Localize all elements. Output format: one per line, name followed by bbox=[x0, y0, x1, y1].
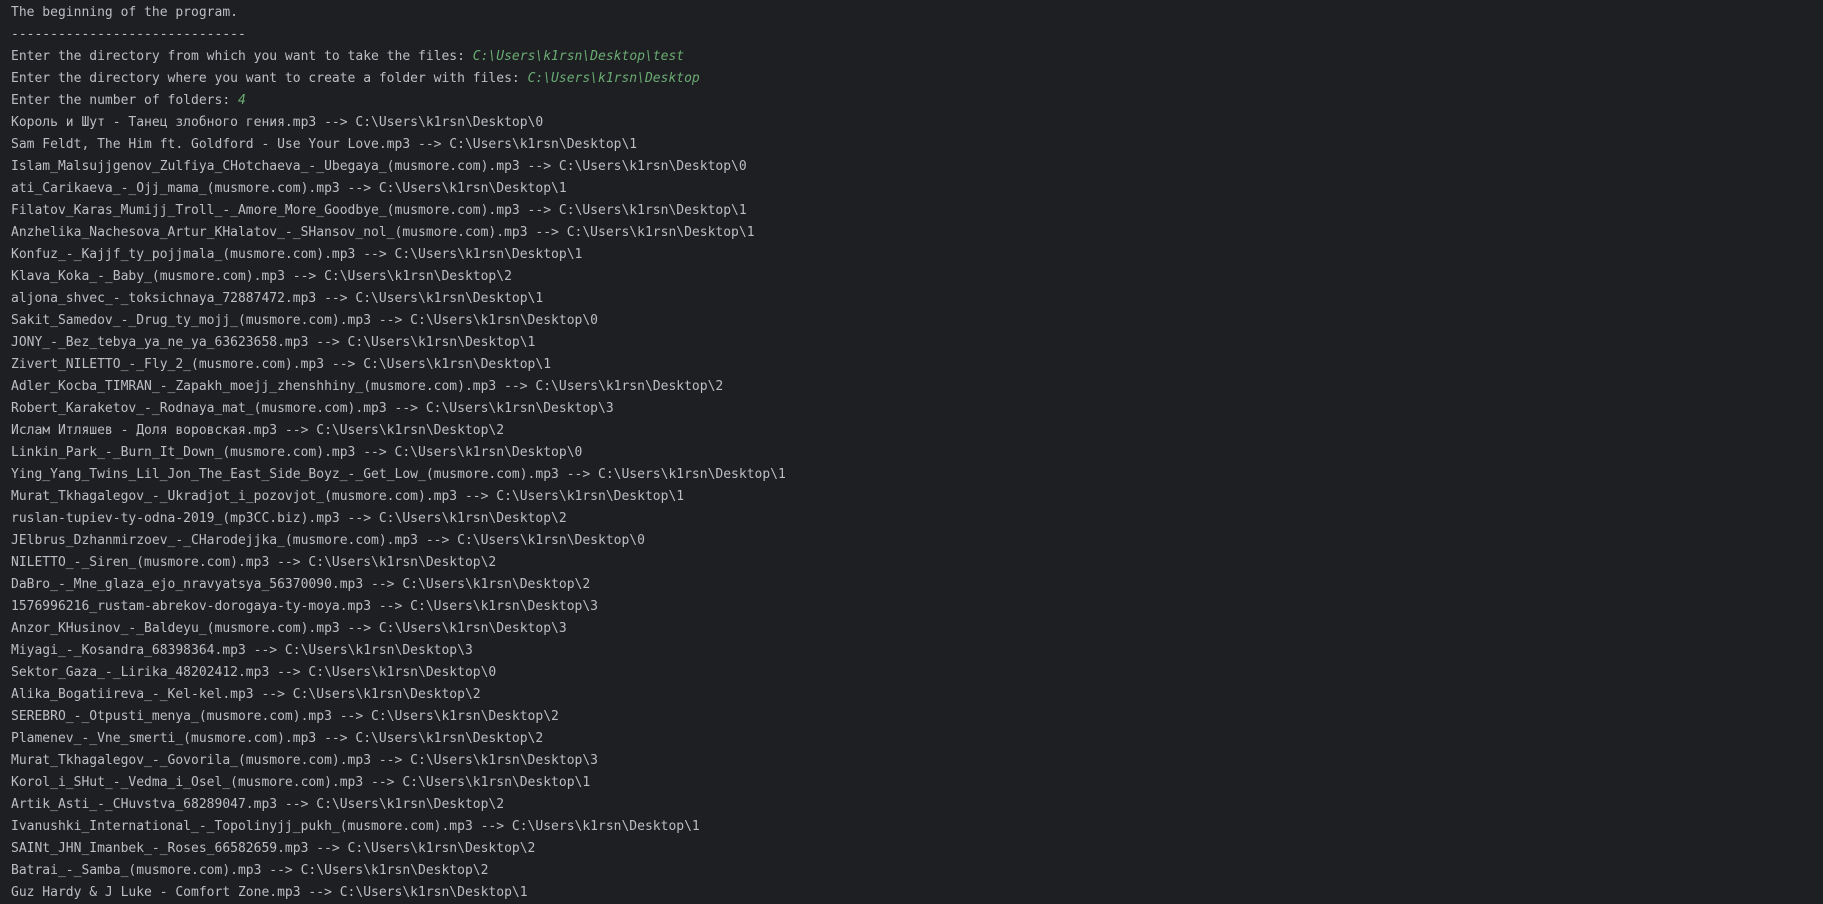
prompt-label: Enter the directory from which you want … bbox=[11, 49, 473, 64]
output-line: Ислам Итляшев - Доля воровская.mp3 --> C… bbox=[11, 423, 505, 438]
output-line: Batrai_-_Samba_(musmore.com).mp3 --> C:\… bbox=[11, 863, 489, 878]
output-line: Murat_Tkhagalegov_-_Govorila_(musmore.co… bbox=[11, 753, 598, 768]
user-input-target-directory: C:\Users\k1rsn\Desktop bbox=[527, 71, 700, 86]
run-console[interactable]: The beginning of the program. ----------… bbox=[0, 0, 1823, 904]
output-line: Sam Feldt, The Him ft. Goldford - Use Yo… bbox=[11, 137, 638, 152]
output-line: SEREBRO_-_Otpusti_menya_(musmore.com).mp… bbox=[11, 709, 559, 724]
output-line: DaBro_-_Mne_glaza_ejo_nravyatsya_5637009… bbox=[11, 577, 591, 592]
output-line: Miyagi_-_Kosandra_68398364.mp3 --> C:\Us… bbox=[11, 643, 473, 658]
output-line: JONY_-_Bez_tebya_ya_ne_ya_63623658.mp3 -… bbox=[11, 335, 536, 350]
prompt-label: Enter the number of folders: bbox=[11, 93, 238, 108]
output-line: Ivanushki_International_-_Topolinyjj_puk… bbox=[11, 819, 700, 834]
output-line: Filatov_Karas_Mumijj_Troll_-_Amore_More_… bbox=[11, 203, 747, 218]
prompt-target-directory: Enter the directory where you want to cr… bbox=[11, 68, 1783, 90]
output-line: Klava_Koka_-_Baby_(musmore.com).mp3 --> … bbox=[11, 269, 512, 284]
console-output[interactable]: The beginning of the program. ----------… bbox=[11, 2, 1783, 904]
output-line: Король и Шут - Танец злобного гения.mp3 … bbox=[11, 115, 544, 130]
console-header-line: The beginning of the program. bbox=[11, 5, 238, 20]
output-line: Korol_i_SHut_-_Vedma_i_Osel_(musmore.com… bbox=[11, 775, 591, 790]
prompt-label: Enter the directory where you want to cr… bbox=[11, 71, 528, 86]
output-line: Guz Hardy & J Luke - Comfort Zone.mp3 --… bbox=[11, 885, 528, 900]
output-line: Sektor_Gaza_-_Lirika_48202412.mp3 --> C:… bbox=[11, 665, 497, 680]
user-input-source-directory: C:\Users\k1rsn\Desktop\test bbox=[472, 49, 685, 64]
output-line: Zivert_NILETTO_-_Fly_2_(musmore.com).mp3… bbox=[11, 357, 552, 372]
prompt-source-directory: Enter the directory from which you want … bbox=[11, 46, 1783, 68]
output-line: 1576996216_rustam-abrekov-dorogaya-ty-mo… bbox=[11, 599, 598, 614]
output-line: Robert_Karaketov_-_Rodnaya_mat_(musmore.… bbox=[11, 401, 614, 416]
vertical-scrollbar[interactable] bbox=[1809, 0, 1823, 904]
console-separator-line: ------------------------------ bbox=[11, 27, 246, 42]
output-line: SAINt_JHN_Imanbek_-_Roses_66582659.mp3 -… bbox=[11, 841, 536, 856]
output-line: Anzor_KHusinov_-_Baldeyu_(musmore.com).m… bbox=[11, 621, 567, 636]
output-line: Alika_Bogatiireva_-_Kel-kel.mp3 --> C:\U… bbox=[11, 687, 481, 702]
output-line: Linkin_Park_-_Burn_It_Down_(musmore.com)… bbox=[11, 445, 583, 460]
prompt-folder-count: Enter the number of folders: 4 bbox=[11, 90, 1783, 112]
output-line: aljona_shvec_-_toksichnaya_72887472.mp3 … bbox=[11, 291, 544, 306]
output-line: Artik_Asti_-_CHuvstva_68289047.mp3 --> C… bbox=[11, 797, 505, 812]
output-line: Islam_Malsujjgenov_Zulfiya_CHotchaeva_-_… bbox=[11, 159, 747, 174]
output-line: ruslan-tupiev-ty-odna-2019_(mp3CC.biz).m… bbox=[11, 511, 567, 526]
output-line: ati_Carikaeva_-_Ojj_mama_(musmore.com).m… bbox=[11, 181, 567, 196]
output-line: Plamenev_-_Vne_smerti_(musmore.com).mp3 … bbox=[11, 731, 544, 746]
output-line: Ying_Yang_Twins_Lil_Jon_The_East_Side_Bo… bbox=[11, 467, 786, 482]
output-line: Konfuz_-_Kajjf_ty_pojjmala_(musmore.com)… bbox=[11, 247, 583, 262]
output-line: Anzhelika_Nachesova_Artur_KHalatov_-_SHa… bbox=[11, 225, 755, 240]
output-line: Adler_Kocba_TIMRAN_-_Zapakh_moejj_zhensh… bbox=[11, 379, 724, 394]
output-line: Murat_Tkhagalegov_-_Ukradjot_i_pozovjot_… bbox=[11, 489, 685, 504]
output-line: JElbrus_Dzhanmirzoev_-_CHarodejjka_(musm… bbox=[11, 533, 645, 548]
user-input-folder-count: 4 bbox=[237, 93, 246, 108]
output-line: Sakit_Samedov_-_Drug_ty_mojj_(musmore.co… bbox=[11, 313, 598, 328]
output-line: NILETTO_-_Siren_(musmore.com).mp3 --> C:… bbox=[11, 555, 497, 570]
